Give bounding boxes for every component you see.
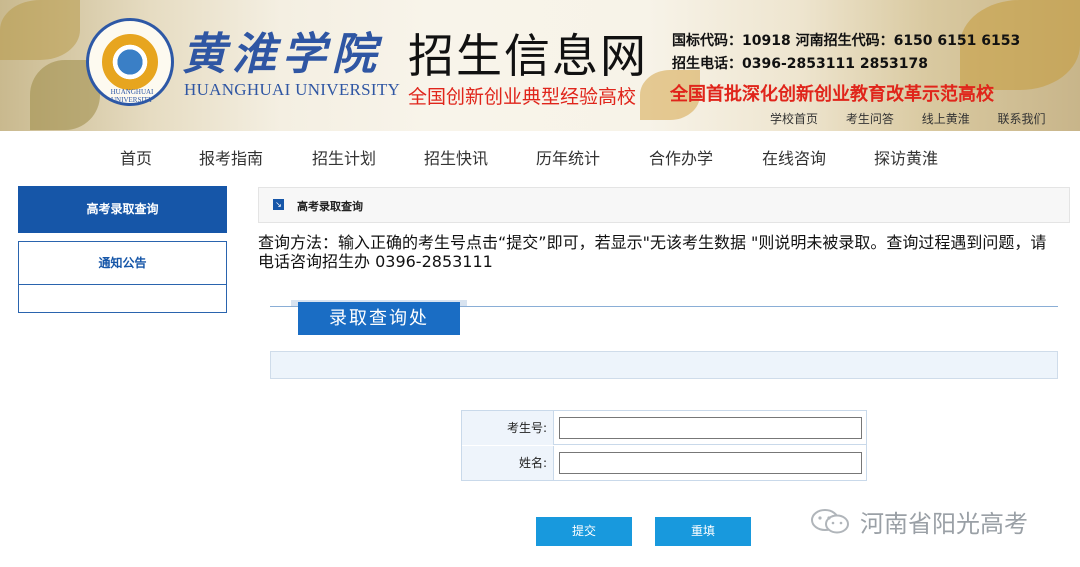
name-label: 姓名: xyxy=(462,446,554,480)
nav-item-visit[interactable]: 探访黄淮 xyxy=(874,145,938,169)
main-nav: 首页 报考指南 招生计划 招生快讯 历年统计 合作办学 在线咨询 探访黄淮 xyxy=(0,131,1080,179)
school-name-en: HUANGHUAI UNIVERSITY xyxy=(184,80,401,99)
watermark-text: 河南省阳光高考 xyxy=(860,510,1028,538)
sidebar-item-admission-query[interactable]: 高考录取查询 xyxy=(18,186,227,233)
submit-button[interactable]: 提交 xyxy=(536,517,632,546)
code-line: 国标代码：10918 河南招生代码：6150 6151 6153 xyxy=(672,33,1021,49)
toplink-faq[interactable]: 考生问答 xyxy=(846,112,894,126)
decor-leaf xyxy=(0,0,80,60)
top-links: 学校首页 考生问答 线上黄淮 联系我们 xyxy=(770,110,1046,127)
toplink-contact[interactable]: 联系我们 xyxy=(998,112,1046,126)
site-title: 招生信息网 xyxy=(408,29,648,83)
site-subtitle: 全国创新创业典型经验高校 xyxy=(408,86,637,108)
nav-item-news[interactable]: 招生快讯 xyxy=(424,145,488,169)
slogan: 全国首批深化创新创业教育改革示范高校 xyxy=(670,84,994,105)
sidebar-menu: 通知公告 xyxy=(18,241,227,313)
nav-item-guide[interactable]: 报考指南 xyxy=(199,145,263,169)
breadcrumb-title: 高考录取查询 xyxy=(297,200,363,213)
sidebar-item-notice[interactable]: 通知公告 xyxy=(19,242,226,285)
toplink-online[interactable]: 线上黄淮 xyxy=(922,112,970,126)
query-form: 考生号: 姓名: xyxy=(461,410,867,481)
nav-item-home[interactable]: 首页 xyxy=(120,145,152,169)
form-row-exam-no: 考生号: xyxy=(462,411,866,445)
nav-item-cooperation[interactable]: 合作办学 xyxy=(649,145,713,169)
section-title: 录取查询处 xyxy=(298,302,460,335)
breadcrumb: ↘ 高考录取查询 xyxy=(258,187,1070,223)
nav-item-plan[interactable]: 招生计划 xyxy=(312,145,376,169)
form-row-name: 姓名: xyxy=(462,446,866,480)
header-banner: HUANGHUAI UNIVERSITY 黄淮学院 HUANGHUAI UNIV… xyxy=(0,0,1080,131)
reset-button[interactable]: 重填 xyxy=(655,517,751,546)
exam-no-label: 考生号: xyxy=(462,411,554,445)
query-instructions: 查询方法：输入正确的考生号点击“提交”即可，若显示"无该考生数据 "则说明未被录… xyxy=(258,233,1047,271)
arrow-icon: ↘ xyxy=(273,199,284,210)
toplink-home[interactable]: 学校首页 xyxy=(770,112,818,126)
wechat-icon xyxy=(811,509,849,534)
section-info-bar xyxy=(270,351,1058,379)
admission-codes: 国标代码：10918 河南招生代码：6150 6151 6153 招生电话：03… xyxy=(672,30,1020,76)
logo-caption: HUANGHUAI UNIVERSITY xyxy=(110,88,154,104)
nav-item-consult[interactable]: 在线咨询 xyxy=(762,145,826,169)
nav-item-stats[interactable]: 历年统计 xyxy=(536,145,600,169)
exam-no-input[interactable] xyxy=(559,417,862,439)
school-name-cn: 黄淮学院 xyxy=(182,29,382,80)
logo-emblem-icon xyxy=(102,34,158,90)
phone-line: 招生电话：0396-2853111 2853178 xyxy=(672,56,929,72)
name-input[interactable] xyxy=(559,452,862,474)
